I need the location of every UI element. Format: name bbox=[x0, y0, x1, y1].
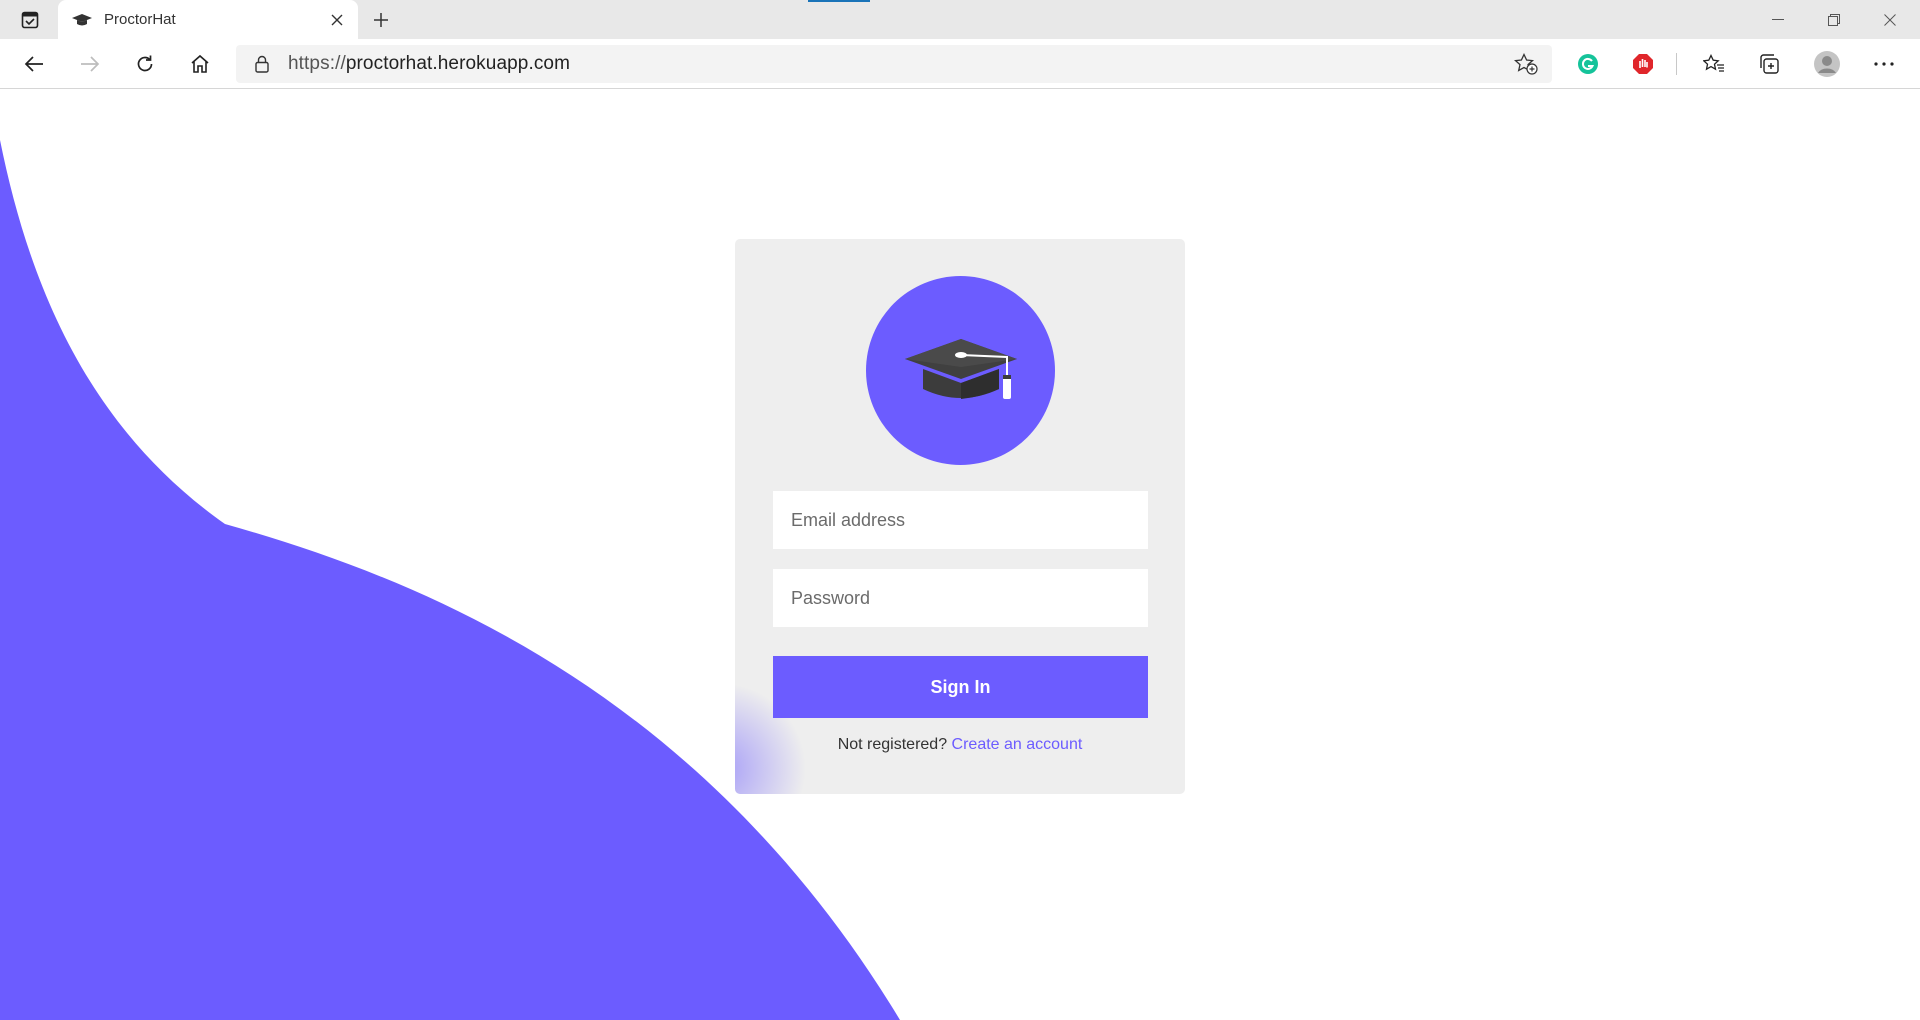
email-field[interactable] bbox=[773, 491, 1148, 549]
page-content: Sign In Not registered? Create an accoun… bbox=[0, 89, 1920, 1020]
login-card: Sign In Not registered? Create an accoun… bbox=[735, 239, 1185, 794]
toolbar-divider bbox=[1676, 53, 1677, 75]
adblock-icon[interactable] bbox=[1625, 47, 1661, 81]
profile-icon[interactable] bbox=[1809, 47, 1845, 81]
graduation-cap-icon bbox=[72, 12, 92, 28]
add-favorite-icon[interactable] bbox=[1508, 47, 1544, 81]
favorites-icon[interactable] bbox=[1696, 47, 1732, 81]
home-icon[interactable] bbox=[182, 47, 218, 81]
graduation-cap-icon bbox=[904, 338, 1017, 399]
more-icon[interactable] bbox=[1866, 47, 1902, 81]
back-icon[interactable] bbox=[16, 47, 52, 81]
grammarly-icon[interactable] bbox=[1570, 47, 1606, 81]
loading-indicator bbox=[808, 0, 870, 2]
create-account-link[interactable]: Create an account bbox=[952, 736, 1083, 753]
browser-tab[interactable]: ProctorHat bbox=[58, 0, 358, 39]
register-prompt: Not registered? Create an account bbox=[735, 736, 1185, 754]
restore-icon[interactable] bbox=[1806, 0, 1862, 39]
close-icon[interactable] bbox=[322, 5, 352, 35]
forward-icon[interactable] bbox=[72, 47, 108, 81]
url-text[interactable]: https://proctorhat.herokuapp.com bbox=[288, 53, 1508, 75]
browser-toolbar: https://proctorhat.herokuapp.com bbox=[0, 39, 1920, 89]
sign-in-button[interactable]: Sign In bbox=[773, 656, 1148, 718]
close-window-icon[interactable] bbox=[1862, 0, 1918, 39]
refresh-icon[interactable] bbox=[127, 47, 163, 81]
password-field[interactable] bbox=[773, 569, 1148, 627]
tab-actions-icon[interactable] bbox=[14, 8, 46, 32]
logo bbox=[866, 276, 1055, 465]
tab-title: ProctorHat bbox=[104, 11, 176, 28]
address-bar[interactable]: https://proctorhat.herokuapp.com bbox=[236, 45, 1552, 83]
lock-icon[interactable] bbox=[252, 54, 272, 74]
plus-icon[interactable] bbox=[366, 5, 396, 35]
tab-bar: ProctorHat bbox=[0, 0, 1920, 39]
collections-icon[interactable] bbox=[1751, 47, 1787, 81]
not-registered-text: Not registered? bbox=[837, 736, 948, 753]
minimize-icon[interactable] bbox=[1750, 0, 1806, 39]
